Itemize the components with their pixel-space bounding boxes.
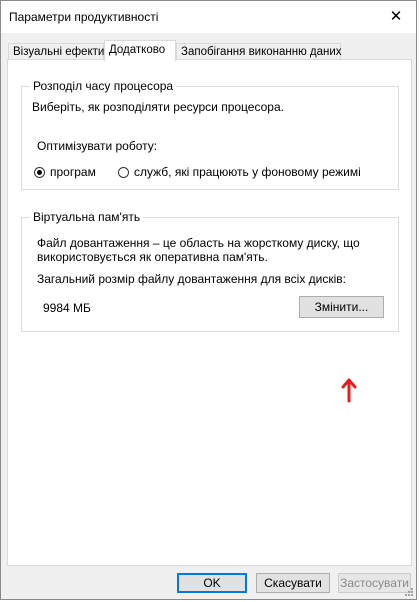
virtual-memory-title: Віртуальна пам'ять bbox=[30, 210, 144, 224]
tab-label: Додатково bbox=[109, 44, 166, 56]
tab-label: Візуальні ефекти bbox=[13, 46, 105, 58]
window-title: Параметри продуктивності bbox=[9, 10, 159, 24]
tab-visual-effects[interactable]: Візуальні ефекти bbox=[8, 43, 104, 60]
apply-button: Застосувати bbox=[338, 573, 411, 593]
optimize-label: Оптимізувати роботу: bbox=[37, 139, 158, 153]
processor-description: Виберіть, як розподіляти ресурси процесо… bbox=[32, 100, 284, 114]
virtual-memory-description-line2: використовується як оперативна пам'ять. bbox=[37, 250, 268, 264]
processor-scheduling-title: Розподіл часу процесора bbox=[30, 79, 177, 93]
tab-advanced[interactable]: Додатково bbox=[104, 40, 176, 61]
ok-button[interactable]: OK bbox=[177, 573, 247, 593]
close-button[interactable]: ✕ bbox=[382, 5, 410, 27]
radio-programs-label: програм bbox=[50, 165, 96, 179]
virtual-memory-group: Віртуальна пам'ять Файл довантаження – ц… bbox=[21, 210, 399, 332]
performance-options-window: Параметри продуктивності ✕ Візуальні ефе… bbox=[0, 0, 417, 600]
annotation-arrow-icon bbox=[341, 378, 357, 403]
close-icon: ✕ bbox=[389, 8, 403, 25]
radio-background-services-label: служб, які працюють у фоновому режимі bbox=[134, 165, 361, 179]
tab-panel-advanced: Розподіл часу процесора Виберіть, як роз… bbox=[7, 59, 412, 566]
cancel-button[interactable]: Скасувати bbox=[256, 573, 330, 593]
radio-programs-indicator[interactable] bbox=[34, 166, 45, 178]
total-paging-size-value: 9984 МБ bbox=[43, 301, 91, 315]
tab-data-execution-prevention[interactable]: Запобігання виконанню даних bbox=[176, 43, 342, 60]
radio-background-services-indicator[interactable] bbox=[118, 166, 129, 178]
total-paging-size-label: Загальний розмір файлу довантаження для … bbox=[37, 272, 346, 286]
resize-grip-icon[interactable] bbox=[402, 585, 414, 597]
radio-programs[interactable]: програм bbox=[34, 165, 96, 179]
radio-background-services[interactable]: служб, які працюють у фоновому режимі bbox=[118, 165, 361, 179]
change-button[interactable]: Змінити... bbox=[299, 296, 384, 318]
processor-scheduling-group: Розподіл часу процесора Виберіть, як роз… bbox=[21, 79, 399, 190]
title-bar[interactable]: Параметри продуктивності ✕ bbox=[1, 1, 416, 33]
virtual-memory-description-line1: Файл довантаження – це область на жорстк… bbox=[37, 236, 360, 250]
tab-label: Запобігання виконанню даних bbox=[181, 46, 342, 58]
